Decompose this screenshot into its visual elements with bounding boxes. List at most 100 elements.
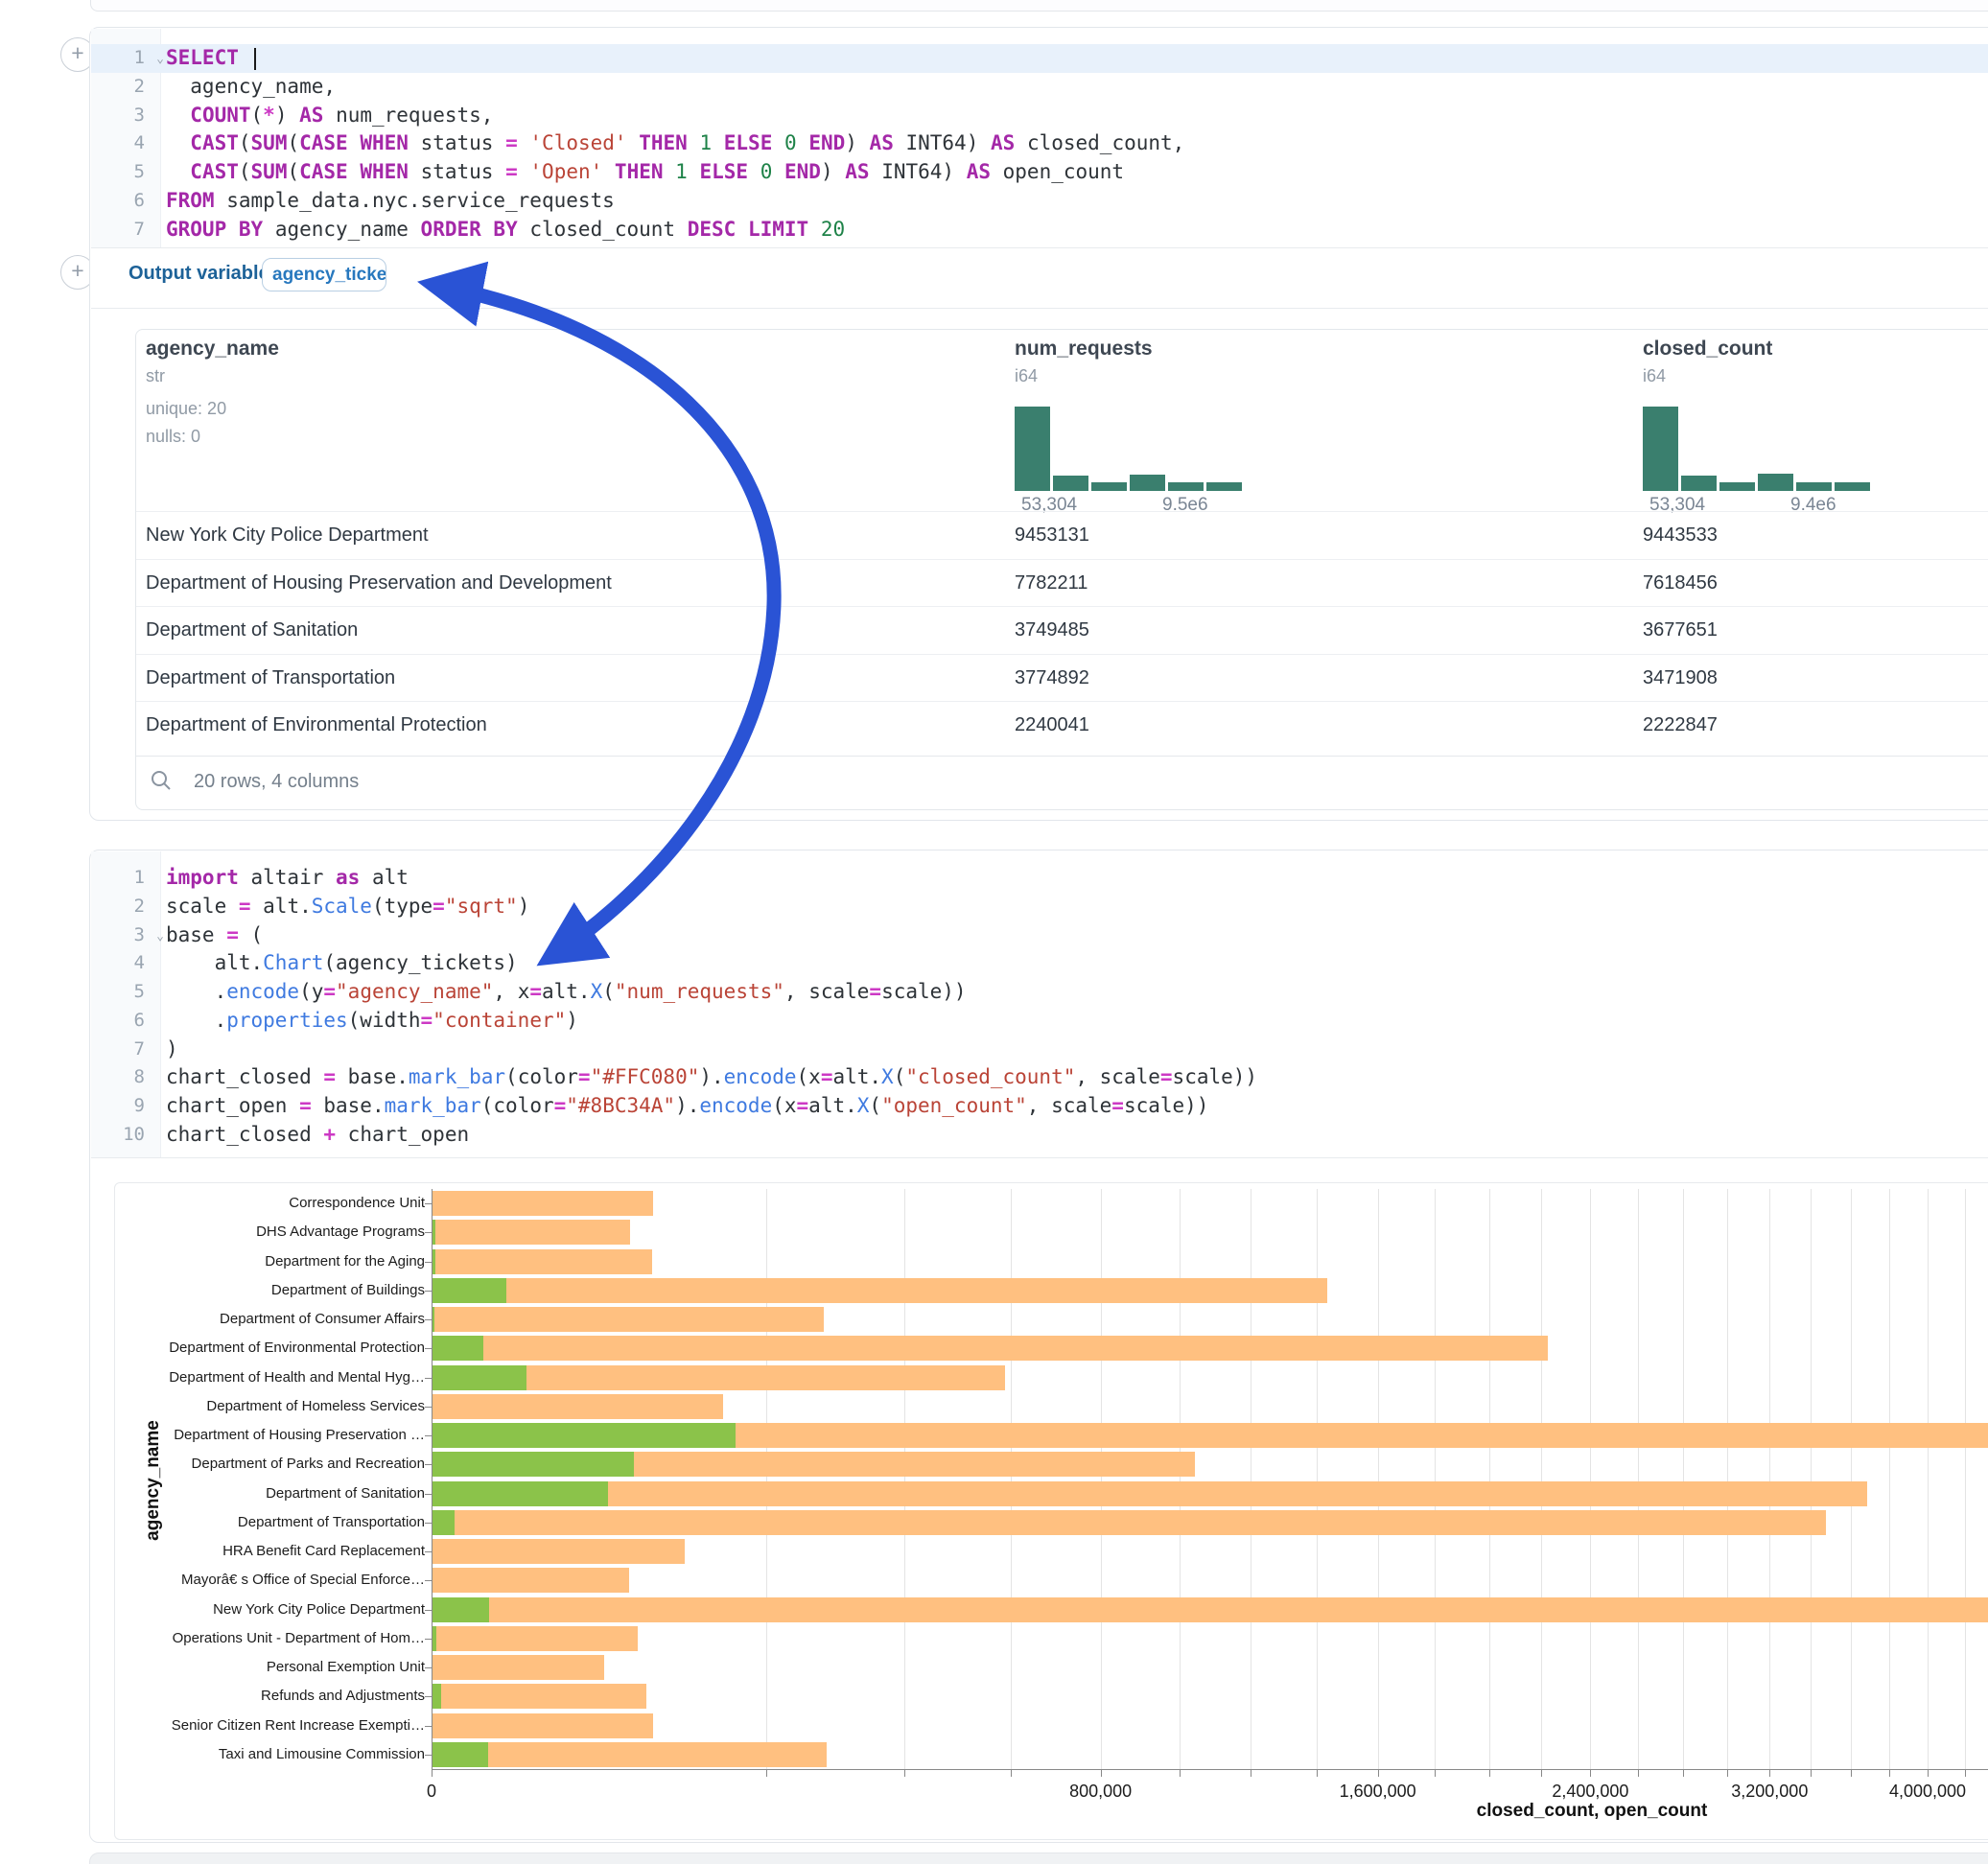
chart-bar-open-count[interactable] [433,1307,434,1332]
chart-gridline [1727,1189,1728,1769]
chart-bar-closed-count[interactable] [433,1336,1548,1361]
chart-bar-closed-count[interactable] [433,1191,653,1216]
y-axis-tick [425,1726,432,1727]
chart-bar-closed-count[interactable] [433,1539,685,1564]
x-axis-tick [1811,1769,1812,1777]
chart-gridline [1590,1189,1591,1769]
y-axis-tick-label: Department of Housing Preservation … [144,1427,425,1443]
x-axis-tick-label: 1,600,000 [1301,1782,1455,1802]
chart-gridline [1851,1189,1852,1769]
x-axis-tick [904,1769,905,1777]
y-axis-tick-label: Personal Exemption Unit [144,1659,425,1675]
y-axis-tick-label: Department of Health and Mental Hyg… [144,1369,425,1386]
x-axis-tick [1638,1769,1639,1777]
x-axis-tick [1317,1769,1318,1777]
chart-gridline [1489,1189,1490,1769]
chart-bar-open-count[interactable] [433,1220,435,1245]
next-cell-edge [89,1852,1988,1864]
chart-bar-open-count[interactable] [433,1597,489,1622]
chart-bar-open-count[interactable] [433,1278,506,1303]
chart-bar-open-count[interactable] [433,1742,488,1767]
y-axis-tick [425,1291,432,1292]
y-axis-tick [425,1523,432,1524]
chart-bar-closed-count[interactable] [433,1249,652,1274]
chart-bar-closed-count[interactable] [433,1220,630,1245]
x-axis-tick [1965,1769,1966,1777]
x-axis-tick [1011,1769,1012,1777]
x-axis-tick-label: 3,200,000 [1693,1782,1846,1802]
chart-bar-closed-count[interactable] [433,1394,723,1419]
x-axis-tick [1590,1769,1591,1777]
x-axis-tick [766,1769,767,1777]
x-axis-tick [1378,1769,1379,1777]
chart-bar-closed-count[interactable] [433,1713,653,1738]
chart-bar-open-count[interactable] [433,1452,634,1477]
chart-bar-closed-count[interactable] [433,1597,1988,1622]
y-axis-tick-label: Department of Buildings [144,1282,425,1298]
y-axis-tick-label: Taxi and Limousine Commission [144,1746,425,1762]
notebook-page: + + 1⌄234567 SELECT agency_name, COUNT(*… [0,0,1988,1864]
chart-bar-closed-count[interactable] [433,1307,824,1332]
x-axis-tick [1851,1769,1852,1777]
y-axis-tick [425,1348,432,1349]
y-axis-tick [425,1580,432,1581]
y-axis-tick-label: New York City Police Department [144,1601,425,1618]
chart-bar-open-count[interactable] [433,1481,608,1506]
chart-gridline [904,1189,905,1769]
chart-gridline [1180,1189,1181,1769]
x-axis-tick [1889,1769,1890,1777]
chart-bar-closed-count[interactable] [433,1742,827,1767]
x-axis-tick [1683,1769,1684,1777]
y-axis-tick [425,1494,432,1495]
y-axis-tick [425,1262,432,1263]
y-axis-tick-label: Correspondence Unit [144,1195,425,1211]
x-axis-tick [1180,1769,1181,1777]
x-axis-tick [1101,1769,1102,1777]
y-axis-domain [432,1189,433,1769]
chart-bar-open-count[interactable] [433,1510,455,1535]
chart-bar-open-count[interactable] [433,1249,435,1274]
chart-bar-closed-count[interactable] [433,1568,629,1593]
altair-chart: agency_name closed_count, open_count 080… [0,0,1988,1864]
chart-bar-closed-count[interactable] [433,1481,1867,1506]
chart-bar-open-count[interactable] [433,1336,483,1361]
x-axis-title: closed_count, open_count [1419,1801,1765,1822]
y-axis-tick [425,1464,432,1465]
x-axis-tick [1727,1769,1728,1777]
chart-bar-closed-count[interactable] [433,1626,638,1651]
chart-bar-closed-count[interactable] [433,1278,1327,1303]
y-axis-tick-label: Department of Homeless Services [144,1398,425,1414]
chart-gridline [1965,1189,1966,1769]
chart-bar-open-count[interactable] [433,1365,526,1390]
x-axis-tick [1489,1769,1490,1777]
chart-gridline [1011,1189,1012,1769]
x-axis-domain [432,1769,1988,1770]
y-axis-tick-label: Department of Parks and Recreation [144,1456,425,1472]
chart-gridline [1638,1189,1639,1769]
y-axis-tick [425,1407,432,1408]
chart-bar-closed-count[interactable] [433,1510,1826,1535]
y-axis-tick [425,1319,432,1320]
y-axis-tick [425,1610,432,1611]
y-axis-tick [425,1435,432,1436]
chart-bar-open-count[interactable] [433,1626,436,1651]
y-axis-tick [425,1378,432,1379]
chart-gridline [1769,1189,1770,1769]
y-axis-tick [425,1232,432,1233]
chart-bar-closed-count[interactable] [433,1655,604,1680]
chart-bar-open-count[interactable] [433,1684,441,1709]
y-axis-tick-label: Operations Unit - Department of Hom… [144,1630,425,1646]
chart-gridline [1317,1189,1318,1769]
x-axis-tick [1769,1769,1770,1777]
chart-bar-open-count[interactable] [433,1423,736,1448]
y-axis-tick [425,1667,432,1668]
y-axis-tick-label: Refunds and Adjustments [144,1688,425,1704]
y-axis-tick [425,1755,432,1756]
chart-gridline [1101,1189,1102,1769]
chart-bar-closed-count[interactable] [433,1684,646,1709]
chart-gridline [1683,1189,1684,1769]
x-axis-tick-label: 800,000 [1024,1782,1178,1802]
x-axis-tick-label: 4,000,000 [1851,1782,1988,1802]
y-axis-tick [425,1639,432,1640]
y-axis-tick [425,1696,432,1697]
